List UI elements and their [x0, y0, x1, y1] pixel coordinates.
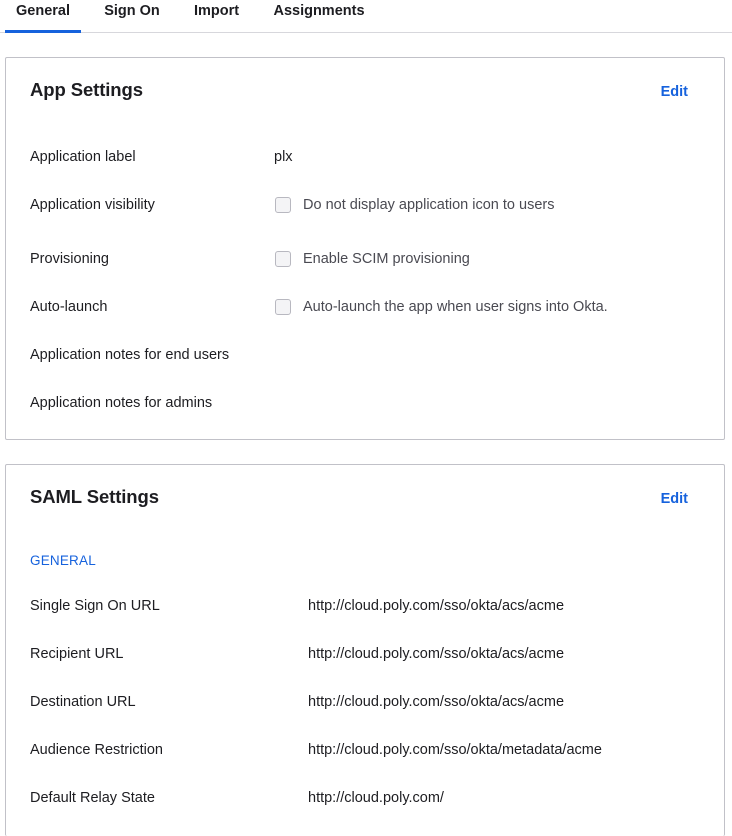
destination-url-label: Destination URL [30, 694, 136, 710]
default-relay-state-label: Default Relay State [30, 790, 155, 806]
hide-app-icon-checkbox[interactable] [275, 197, 291, 213]
saml-settings-panel: SAML Settings Edit GENERAL Single Sign O… [5, 464, 725, 836]
recipient-url-value: http://cloud.poly.com/sso/okta/acs/acme [308, 646, 565, 662]
auto-launch-label: Auto-launch [30, 299, 108, 315]
recipient-url-label: Recipient URL [30, 646, 124, 662]
tab-general[interactable]: General [5, 0, 81, 33]
application-label-label: Application label [30, 149, 136, 165]
scim-provisioning-text: Enable SCIM provisioning [303, 251, 470, 267]
application-visibility-label: Application visibility [30, 197, 155, 213]
provisioning-label: Provisioning [30, 251, 109, 267]
notes-admins-label: Application notes for admins [30, 395, 213, 411]
saml-settings-title: SAML Settings [30, 486, 159, 507]
notes-end-users-label: Application notes for end users [30, 347, 230, 363]
tab-bar: General Sign On Import Assignments [0, 0, 732, 33]
app-settings-edit-button[interactable]: Edit [661, 84, 688, 100]
saml-settings-edit-button[interactable]: Edit [661, 491, 688, 507]
sso-url-value: http://cloud.poly.com/sso/okta/acs/acme [308, 598, 565, 614]
audience-restriction-label: Audience Restriction [30, 742, 163, 758]
scim-provisioning-checkbox[interactable] [275, 251, 291, 267]
auto-launch-checkbox[interactable] [275, 299, 291, 315]
destination-url-value: http://cloud.poly.com/sso/okta/acs/acme [308, 694, 565, 710]
sso-url-label: Single Sign On URL [30, 598, 160, 614]
tab-import[interactable]: Import [186, 0, 247, 33]
audience-restriction-value: http://cloud.poly.com/sso/okta/metadata/… [308, 742, 602, 758]
auto-launch-text: Auto-launch the app when user signs into… [303, 299, 608, 315]
app-settings-panel: App Settings Edit Application label plx … [5, 57, 725, 440]
tab-assignments[interactable]: Assignments [266, 0, 372, 33]
app-settings-title: App Settings [30, 79, 143, 100]
tab-sign-on[interactable]: Sign On [97, 0, 167, 33]
saml-general-heading: GENERAL [30, 553, 96, 568]
application-label-value: plx [274, 149, 293, 165]
hide-app-icon-text: Do not display application icon to users [303, 197, 555, 213]
default-relay-state-value: http://cloud.poly.com/ [308, 790, 444, 806]
